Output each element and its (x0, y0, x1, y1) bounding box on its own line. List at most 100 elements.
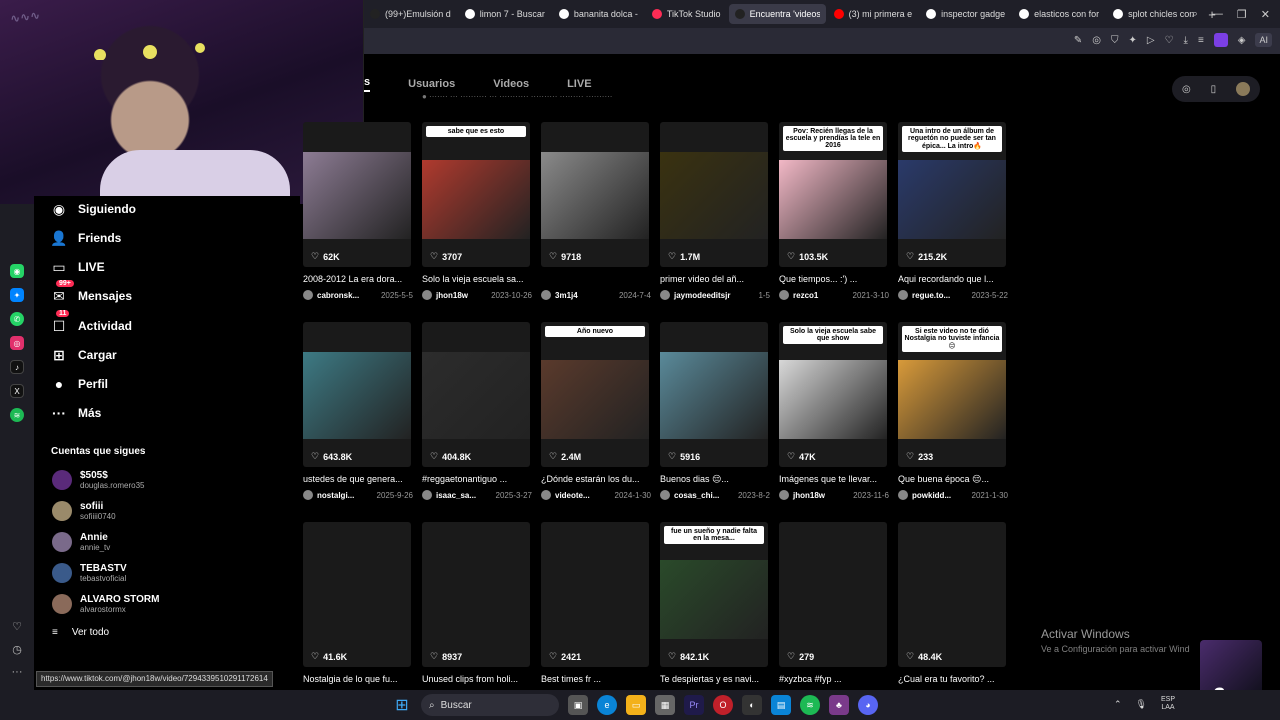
see-all-button[interactable]: ≡ Ver todo (52, 627, 109, 638)
video-description[interactable]: Imágenes que te llevar... (779, 474, 887, 484)
followed-account[interactable]: $505$ douglas.romero35 (52, 470, 144, 490)
tiktok-icon[interactable]: ♪ (10, 360, 24, 374)
sidebar-item-perfil[interactable]: ● Perfil (50, 375, 108, 393)
video-description[interactable]: #reggaetonantiguo ... (422, 474, 530, 484)
browser-tab[interactable]: bananita dolca - (553, 4, 644, 24)
whatsapp-icon[interactable]: ◉ (10, 264, 24, 278)
browser-tab[interactable]: elasticos con for (1013, 4, 1105, 24)
task-view-icon[interactable]: ▣ (568, 695, 588, 715)
video-thumbnail[interactable]: ♡ 8937 (422, 522, 530, 667)
tab-users[interactable]: Usuarios (408, 78, 455, 90)
user-avatar[interactable] (1236, 82, 1251, 96)
search-icon[interactable]: ⌕ (1192, 8, 1198, 21)
author-name[interactable]: videote... (555, 491, 590, 500)
edge-icon[interactable]: e (597, 695, 617, 715)
instagram-icon[interactable]: ◎ (10, 336, 24, 350)
minimize-icon[interactable]: — (1212, 8, 1223, 20)
favorites-icon[interactable]: ♡ (1165, 35, 1174, 46)
video-description[interactable]: ustedes de que genera... (303, 474, 411, 484)
x-icon[interactable]: X (10, 384, 24, 398)
video-description[interactable]: #xyzbca #fyp ... (779, 674, 887, 684)
shield-icon[interactable]: ⛉ (1111, 35, 1119, 46)
sidebar-item-live[interactable]: ▭ LIVE (50, 258, 104, 276)
author-name[interactable]: cabronsk... (317, 291, 359, 300)
followed-account[interactable]: Annie annie_tv (52, 532, 110, 552)
video-thumbnail[interactable]: Una intro de un álbum de reguetón no pue… (898, 122, 1006, 267)
sidebar-item-cargar[interactable]: ⊞ Cargar (50, 346, 117, 364)
video-thumbnail[interactable]: ♡ 643.8K (303, 322, 411, 467)
video-description[interactable]: Nostalgia de lo que fu... (303, 674, 411, 684)
video-description[interactable]: Que tiempos... :') ... (779, 274, 887, 284)
camera-icon[interactable]: ◎ (1092, 35, 1101, 46)
sidebar-item-siguiendo[interactable]: ◉ Siguiendo (50, 200, 136, 218)
browser-tab[interactable]: splot chicles con (1107, 4, 1200, 24)
file-explorer-icon[interactable]: ▭ (626, 695, 646, 715)
video-description[interactable]: ¿Cual era tu favorito? ... (898, 674, 1006, 684)
close-icon[interactable]: ✕ (1261, 8, 1270, 21)
browser-tab[interactable]: TikTok Studio (646, 4, 727, 24)
video-thumbnail[interactable]: ♡ 1.7M (660, 122, 768, 267)
video-thumbnail[interactable]: Pov: Recién llegas de la escuela y prend… (779, 122, 887, 267)
browser-tab[interactable]: (99+)Emulsión d (364, 4, 457, 24)
history-icon[interactable]: ◷ (12, 643, 22, 656)
premiere-icon[interactable]: Pr (684, 695, 704, 715)
device-icon[interactable]: ▯ (1211, 84, 1217, 95)
microphone-icon[interactable]: 🎙 (1136, 699, 1147, 710)
whatsapp-call-icon[interactable]: ✆ (10, 312, 24, 326)
profile-icon[interactable] (1213, 33, 1228, 47)
author-name[interactable]: nostalgi... (317, 491, 354, 500)
sidebar-item-actividad[interactable]: ☐ 11 Actividad (50, 310, 132, 335)
video-description[interactable]: Aqui recordando que l... (898, 274, 1006, 284)
keyboard-language[interactable]: ESP LAA (1161, 696, 1175, 712)
video-thumbnail[interactable]: ♡ 9718 (541, 122, 649, 267)
messenger-icon[interactable]: ✦ (10, 288, 24, 302)
author-name[interactable]: regue.to... (912, 291, 950, 300)
video-description[interactable]: Que buena época 😔... (898, 474, 1006, 485)
author-name[interactable]: powkidd... (912, 491, 951, 500)
video-description[interactable]: Unused clips from holi... (422, 674, 530, 684)
author-name[interactable]: isaac_sa... (436, 491, 476, 500)
sidebar-item-friends[interactable]: 👤 Friends (50, 229, 121, 247)
author-name[interactable]: cosas_chi... (674, 491, 719, 500)
followed-account[interactable]: sofiii sofiiii0740 (52, 501, 116, 521)
photos-icon[interactable]: ▤ (771, 695, 791, 715)
video-thumbnail[interactable]: ♡ 5916 (660, 322, 768, 467)
video-thumbnail[interactable]: Año nuevo ♡ 2.4M (541, 322, 649, 467)
capture-icon[interactable]: ◐ (742, 695, 762, 715)
video-description[interactable]: primer video del añ... (660, 274, 768, 284)
download-icon[interactable]: ⤓ (1184, 35, 1188, 46)
browser-tab[interactable]: (3) mi primera e (828, 4, 919, 24)
more-icon[interactable]: ··· (12, 666, 23, 678)
browser-tab[interactable]: inspector gadge (920, 4, 1011, 24)
author-name[interactable]: jhon18w (793, 491, 825, 500)
play-icon[interactable]: ▷ (1147, 35, 1155, 46)
followed-account[interactable]: TEBASTV tebastvoficial (52, 563, 127, 583)
author-name[interactable]: rezco1 (793, 291, 818, 300)
edit-icon[interactable]: ✎ (1074, 35, 1082, 46)
video-thumbnail[interactable]: ♡ 279 (779, 522, 887, 667)
extensions-icon[interactable]: ✦ (1128, 35, 1136, 46)
taskbar-search[interactable]: ⌕ Buscar (421, 694, 559, 716)
store-icon[interactable]: ▦ (655, 695, 675, 715)
opera-icon[interactable]: O (713, 695, 733, 715)
video-thumbnail[interactable]: fue un sueño y nadie falta en la mesa...… (660, 522, 768, 667)
favorites-icon[interactable]: ♡ (12, 620, 22, 633)
spotify-icon[interactable]: ≋ (800, 695, 820, 715)
video-description[interactable]: Solo la vieja escuela sa... (422, 274, 530, 284)
video-thumbnail[interactable]: ♡ 404.8K (422, 322, 530, 467)
ai-button[interactable]: AI (1255, 33, 1272, 47)
menu-icon[interactable]: ≡ (1198, 35, 1204, 46)
game-icon[interactable]: ♣ (829, 695, 849, 715)
browser-tab[interactable]: Encuentra 'videos de nost (728, 4, 826, 24)
spotify-icon[interactable]: ≋ (10, 408, 24, 422)
tab-top[interactable]: s (364, 76, 371, 92)
author-name[interactable]: 3m1j4 (555, 291, 578, 300)
windows-start-icon[interactable]: ⊞ (392, 695, 412, 715)
video-description[interactable]: 2008-2012 La era dora... (303, 274, 411, 284)
video-thumbnail[interactable]: Solo la vieja escuela sabe que show ♡ 47K (779, 322, 887, 467)
video-description[interactable]: ¿Dónde estarán los du... (541, 474, 649, 484)
video-thumbnail[interactable]: ♡ 62K (303, 122, 411, 267)
video-description[interactable]: Buenos dias 😔... (660, 474, 768, 485)
tab-videos[interactable]: Videos (493, 78, 529, 90)
video-thumbnail[interactable]: sabe que es esto ♡ 3707 (422, 122, 530, 267)
